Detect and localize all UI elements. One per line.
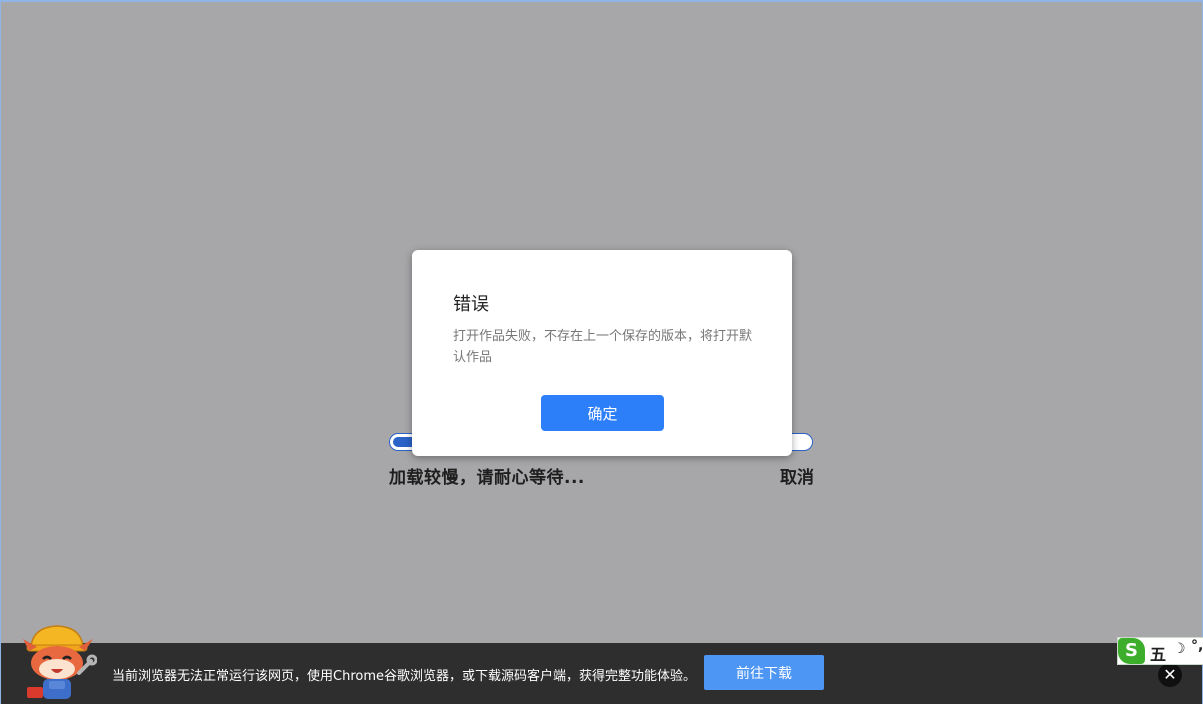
close-icon[interactable]: ✕ bbox=[1158, 663, 1182, 687]
loading-message: 加载较慢，请耐心等待... bbox=[389, 468, 585, 488]
window-border-top bbox=[0, 0, 1203, 2]
ime-logo-icon[interactable]: S bbox=[1118, 638, 1145, 664]
confirm-button[interactable]: 确定 bbox=[541, 395, 664, 431]
browser-warning-banner: 当前浏览器无法正常运行该网页，使用Chrome谷歌浏览器，或下载源码客户端，获得… bbox=[1, 625, 1202, 704]
banner-message: 当前浏览器无法正常运行该网页，使用Chrome谷歌浏览器，或下载源码客户端，获得… bbox=[112, 669, 696, 684]
error-dialog: 错误 打开作品失败，不存在上一个保存的版本，将打开默认作品 确定 bbox=[412, 250, 792, 456]
cancel-loading-button[interactable]: 取消 bbox=[780, 463, 814, 488]
dialog-message: 打开作品失败，不存在上一个保存的版本，将打开默认作品 bbox=[453, 329, 753, 365]
ime-mode-toggle[interactable]: 五 bbox=[1150, 641, 1166, 665]
moon-icon[interactable]: ☽ bbox=[1173, 641, 1186, 657]
punctuation-icon[interactable]: °, bbox=[1191, 638, 1203, 654]
ime-toolbar[interactable]: S 五 ☽ °, bbox=[1117, 637, 1203, 665]
dialog-title: 错误 bbox=[453, 294, 489, 315]
download-button[interactable]: 前往下载 bbox=[704, 655, 824, 690]
mascot-icon bbox=[23, 625, 97, 699]
window-border-left bbox=[0, 0, 1, 704]
